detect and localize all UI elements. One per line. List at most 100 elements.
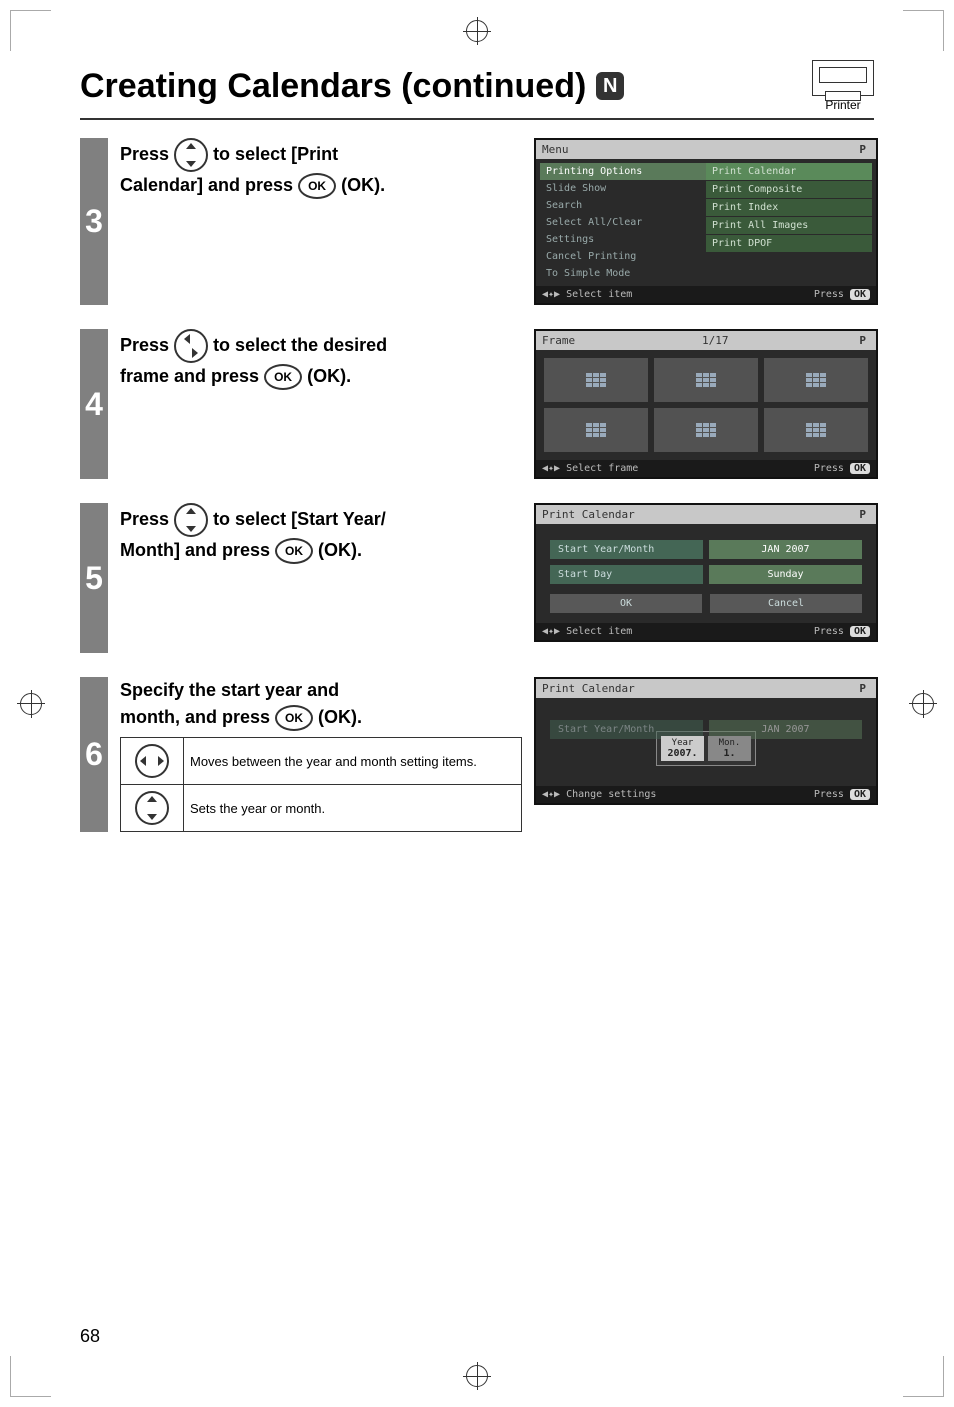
registration-mark	[912, 693, 934, 715]
text: Press	[120, 144, 174, 164]
frame-option	[764, 408, 868, 452]
text: to select the desired	[213, 335, 387, 355]
shot-title: Print Calendar	[542, 682, 635, 695]
p-badge: P	[855, 334, 870, 347]
ok-icon: OK	[275, 705, 313, 731]
field-label: Start Year/Month	[550, 540, 703, 559]
menu-item: Cancel Printing	[540, 248, 706, 265]
control-table: Moves between the year and month setting…	[120, 737, 522, 832]
frame-option	[544, 358, 648, 402]
shot-title: Frame	[542, 334, 575, 347]
text: Month] and press	[120, 540, 275, 560]
footer-hint: ◀✦▶ Change settings	[542, 789, 656, 800]
step-number: 5	[80, 503, 108, 653]
spinner-label: Year	[665, 738, 700, 748]
menu-item: Printing Options	[540, 163, 706, 180]
step-instruction: Press to select [Print Calendar] and pre…	[120, 138, 522, 305]
text: to select [Print	[213, 144, 338, 164]
ok-pill: OK	[850, 626, 870, 637]
screenshot-frame: Frame 1/17 P ◀✦▶ Select frame	[534, 329, 878, 479]
menu-item: To Simple Mode	[540, 265, 706, 282]
cancel-option: Cancel	[710, 594, 862, 613]
registration-mark	[466, 1365, 488, 1387]
field-value: Sunday	[709, 565, 862, 584]
control-description: Moves between the year and month setting…	[184, 738, 522, 785]
text: to select [Start Year/	[213, 509, 386, 529]
step-instruction: Specify the start year and month, and pr…	[120, 677, 522, 832]
month-spinner: Mon. 1.	[708, 736, 751, 761]
shot-title: Print Calendar	[542, 508, 635, 521]
footer-hint: Press	[814, 289, 844, 300]
control-description: Sets the year or month.	[184, 785, 522, 832]
text: Calendar] and press	[120, 175, 298, 195]
screenshot-print-calendar-edit: Print Calendar P Start Year/Month JAN 20…	[534, 677, 878, 805]
footer-hint: ◀✦▶ Select frame	[542, 463, 638, 474]
ok-icon: OK	[298, 173, 336, 199]
ok-icon: OK	[264, 364, 302, 390]
step-number: 3	[80, 138, 108, 305]
year-spinner: Year 2007.	[661, 736, 704, 761]
crop-mark	[10, 10, 51, 51]
text: Press	[120, 509, 174, 529]
footer-hint: Press	[814, 626, 844, 637]
step-number: 4	[80, 329, 108, 479]
footer-hint: Press	[814, 789, 844, 800]
field-value: JAN 2007	[709, 540, 862, 559]
menu-item: Search	[540, 197, 706, 214]
up-down-icon	[174, 503, 208, 537]
ok-option: OK	[550, 594, 702, 613]
screenshot-menu: Menu P Printing Options Slide Show Searc…	[534, 138, 878, 305]
menu-item: Print Composite	[706, 181, 872, 198]
page-title: Creating Calendars (continued)	[80, 67, 586, 106]
registration-mark	[20, 693, 42, 715]
step-instruction: Press to select [Start Year/ Month] and …	[120, 503, 522, 653]
divider	[80, 118, 874, 120]
frame-option	[544, 408, 648, 452]
up-down-icon	[174, 138, 208, 172]
crop-mark	[903, 1356, 944, 1397]
registration-mark	[466, 20, 488, 42]
series-badge: N	[596, 72, 624, 100]
spinner-value: 1.	[712, 748, 747, 759]
footer-hint: ◀✦▶ Select item	[542, 289, 632, 300]
p-badge: P	[855, 143, 870, 156]
text: Specify the start year and	[120, 680, 339, 700]
p-badge: P	[855, 508, 870, 521]
text: (OK).	[318, 540, 362, 560]
frame-option	[764, 358, 868, 402]
step-instruction: Press to select the desired frame and pr…	[120, 329, 522, 479]
ok-pill: OK	[850, 463, 870, 474]
left-right-icon	[135, 744, 169, 778]
menu-item: Slide Show	[540, 180, 706, 197]
field-label: Start Day	[550, 565, 703, 584]
printer-indicator: Printer	[812, 60, 874, 112]
ok-pill: OK	[850, 789, 870, 800]
menu-item: Print All Images	[706, 217, 872, 234]
spinner-value: 2007.	[665, 748, 700, 759]
crop-mark	[10, 1356, 51, 1397]
text: (OK).	[307, 366, 351, 386]
shot-title: Menu	[542, 143, 569, 156]
frame-count: 1/17	[702, 334, 729, 347]
spinner-label: Mon.	[712, 738, 747, 748]
p-badge: P	[855, 682, 870, 695]
ok-pill: OK	[850, 289, 870, 300]
menu-item: Print Calendar	[706, 163, 872, 180]
footer-hint: ◀✦▶ Select item	[542, 626, 632, 637]
text: (OK).	[341, 175, 385, 195]
text: (OK).	[318, 707, 362, 727]
printer-icon	[812, 60, 874, 96]
text: Press	[120, 335, 174, 355]
screenshot-print-calendar: Print Calendar P Start Year/Month JAN 20…	[534, 503, 878, 642]
footer-hint: Press	[814, 463, 844, 474]
dpad-icon	[174, 329, 208, 363]
up-down-icon	[135, 791, 169, 825]
frame-option	[654, 358, 758, 402]
menu-item: Print Index	[706, 199, 872, 216]
text: frame and press	[120, 366, 264, 386]
menu-item: Select All/Clear	[540, 214, 706, 231]
step-number: 6	[80, 677, 108, 832]
page-number: 68	[80, 1326, 100, 1347]
menu-item: Settings	[540, 231, 706, 248]
frame-option	[654, 408, 758, 452]
